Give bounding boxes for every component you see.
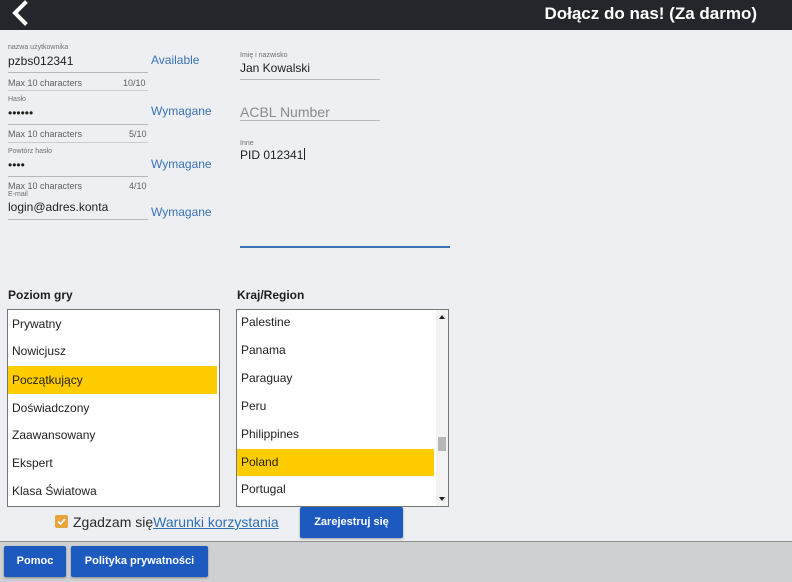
password-hint: Max 10 characters bbox=[8, 129, 83, 139]
country-option[interactable]: Peru bbox=[237, 394, 434, 419]
scroll-thumb[interactable] bbox=[438, 437, 446, 451]
level-option-selected[interactable]: Początkujący bbox=[8, 366, 217, 394]
checkmark-icon bbox=[57, 518, 66, 526]
password-repeat-label: Powtórz hasło bbox=[8, 148, 52, 155]
fullname-underline bbox=[240, 79, 380, 80]
level-listbox[interactable]: Prywatny Nowicjusz Początkujący Doświadc… bbox=[7, 309, 220, 507]
password-repeat-hint: Max 10 characters bbox=[8, 181, 83, 191]
footer-bar: Pomoc Polityka prywatności bbox=[0, 541, 792, 582]
password-repeat-status: Wymagane bbox=[151, 157, 212, 171]
agree-text: Zgadzam się bbox=[73, 514, 154, 530]
fullname-input[interactable]: Jan Kowalski bbox=[240, 61, 310, 75]
header-bar: Dołącz do nas! (Za darmo) bbox=[0, 0, 792, 30]
agree-label: Zgadzam sięWarunki korzystania bbox=[73, 514, 279, 530]
username-divider bbox=[8, 90, 148, 91]
username-underline bbox=[8, 72, 148, 73]
level-option[interactable]: Prywatny bbox=[8, 312, 217, 337]
password-counter: 5/10 bbox=[129, 129, 147, 139]
level-label: Poziom gry bbox=[8, 288, 73, 302]
agree-checkbox[interactable] bbox=[55, 515, 68, 528]
country-label: Kraj/Region bbox=[237, 288, 305, 302]
password-repeat-underline bbox=[8, 176, 148, 177]
country-option[interactable]: Panama bbox=[237, 338, 434, 363]
password-label: Hasło bbox=[8, 96, 26, 103]
text-caret bbox=[304, 148, 306, 160]
other-value: PID 012341 bbox=[240, 148, 304, 162]
level-option[interactable]: Doświadczony bbox=[8, 396, 217, 421]
level-option[interactable]: Zaawansowany bbox=[8, 423, 217, 448]
country-listbox[interactable]: Palestine Panama Paraguay Peru Philippin… bbox=[236, 309, 449, 507]
username-input[interactable]: pzbs012341 bbox=[8, 54, 73, 68]
chevron-left-icon bbox=[12, 0, 28, 26]
terms-link[interactable]: Warunki korzystania bbox=[153, 514, 279, 530]
other-textarea[interactable]: PID 012341 bbox=[240, 148, 306, 162]
country-option[interactable]: Portugal bbox=[237, 477, 434, 502]
country-scrollbar[interactable] bbox=[436, 310, 448, 506]
scroll-down-icon[interactable] bbox=[439, 497, 445, 501]
country-option[interactable]: Philippines bbox=[237, 422, 434, 447]
page-title: Dołącz do nas! (Za darmo) bbox=[544, 4, 757, 23]
username-counter: 10/10 bbox=[123, 78, 146, 88]
back-button[interactable] bbox=[8, 0, 34, 28]
acbl-input[interactable]: ACBL Number bbox=[240, 104, 330, 120]
privacy-button[interactable]: Polityka prywatności bbox=[71, 546, 208, 577]
password-repeat-input[interactable]: •••• bbox=[8, 158, 25, 172]
help-button[interactable]: Pomoc bbox=[4, 546, 66, 577]
username-hint: Max 10 characters bbox=[8, 78, 83, 88]
level-option[interactable]: Klasa Światowa bbox=[8, 479, 217, 504]
other-underline bbox=[240, 246, 450, 248]
password-input[interactable]: •••••• bbox=[8, 106, 33, 120]
email-input[interactable]: login@adres.konta bbox=[8, 200, 108, 214]
password-status: Wymagane bbox=[151, 104, 212, 118]
password-repeat-counter: 4/10 bbox=[129, 181, 147, 191]
username-status: Available bbox=[151, 53, 200, 67]
fullname-label: Imię i nazwisko bbox=[240, 52, 288, 59]
email-label: E-mail bbox=[8, 191, 28, 198]
username-label: nazwa użytkownika bbox=[8, 44, 69, 51]
password-underline bbox=[8, 124, 148, 125]
password-divider bbox=[8, 142, 148, 143]
other-label: Inne bbox=[240, 140, 254, 147]
level-option[interactable]: Nowicjusz bbox=[8, 339, 217, 364]
scroll-up-icon[interactable] bbox=[439, 315, 445, 319]
register-button[interactable]: Zarejestruj się bbox=[300, 507, 403, 538]
country-option[interactable]: Paraguay bbox=[237, 366, 434, 391]
acbl-underline bbox=[240, 120, 380, 121]
level-option[interactable]: Ekspert bbox=[8, 451, 217, 476]
country-option[interactable]: Palestine bbox=[237, 310, 434, 335]
country-option-selected[interactable]: Poland bbox=[237, 449, 434, 476]
email-status: Wymagane bbox=[151, 205, 212, 219]
email-underline bbox=[8, 219, 148, 220]
